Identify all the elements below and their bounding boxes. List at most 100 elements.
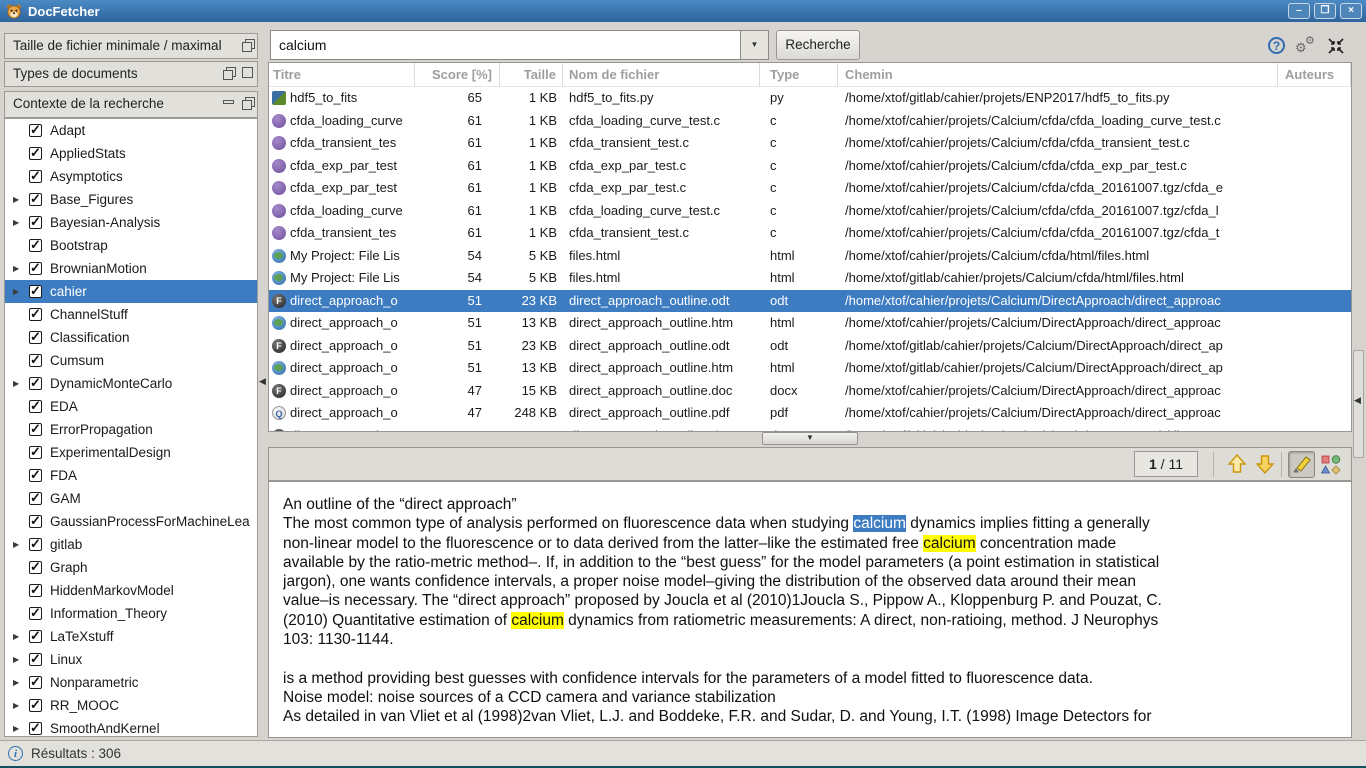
search-history-dropdown[interactable]: ▼ bbox=[740, 30, 769, 60]
checkbox-checked[interactable] bbox=[29, 331, 42, 344]
expand-arrow-icon[interactable]: ▶ bbox=[13, 655, 29, 664]
tree-item-eda[interactable]: EDA bbox=[5, 395, 257, 418]
minimize-button[interactable]: – bbox=[1288, 3, 1310, 19]
checkbox-checked[interactable] bbox=[29, 354, 42, 367]
tree-item-brownianmotion[interactable]: ▶BrownianMotion bbox=[5, 257, 257, 280]
tree-item-bayesian-analysis[interactable]: ▶Bayesian-Analysis bbox=[5, 211, 257, 234]
table-row[interactable]: direct_approach_o5123 KBdirect_approach_… bbox=[269, 290, 1351, 313]
tree-item-appliedstats[interactable]: AppliedStats bbox=[5, 142, 257, 165]
checkbox-checked[interactable] bbox=[29, 262, 42, 275]
doctypes-filter-header[interactable]: Types de documents bbox=[4, 61, 258, 87]
table-row[interactable]: direct_approach_o5123 KBdirect_approach_… bbox=[269, 335, 1351, 358]
expand-arrow-icon[interactable]: ▶ bbox=[13, 218, 29, 227]
filesize-filter-header[interactable]: Taille de fichier minimale / maximal bbox=[4, 33, 258, 59]
close-button[interactable]: × bbox=[1340, 3, 1362, 19]
minimize-panel-icon[interactable] bbox=[223, 100, 234, 104]
table-row[interactable]: direct_approach_o5113 KBdirect_approach_… bbox=[269, 312, 1351, 335]
expand-arrow-icon[interactable]: ▶ bbox=[13, 632, 29, 641]
tree-item-gitlab[interactable]: ▶gitlab bbox=[5, 533, 257, 556]
preview-mode-shapes-icon[interactable] bbox=[1321, 455, 1341, 475]
tree-item-channelstuff[interactable]: ChannelStuff bbox=[5, 303, 257, 326]
highlighting-toggle-button[interactable] bbox=[1288, 451, 1315, 478]
restore-panel-icon[interactable] bbox=[242, 39, 253, 50]
table-row[interactable]: cfda_loading_curve611 KBcfda_loading_cur… bbox=[269, 200, 1351, 223]
preferences-gear-icon[interactable]: ⚙⚙ bbox=[1295, 34, 1319, 56]
checkbox-checked[interactable] bbox=[29, 170, 42, 183]
checkbox-checked[interactable] bbox=[29, 584, 42, 597]
table-row[interactable]: direct_approach_o4715 KBdirect_approach_… bbox=[269, 425, 1351, 433]
checkbox-checked[interactable] bbox=[29, 722, 42, 735]
checkbox-checked[interactable] bbox=[29, 124, 42, 137]
tree-item-graph[interactable]: Graph bbox=[5, 556, 257, 579]
search-button[interactable]: Recherche bbox=[776, 30, 860, 60]
search-scope-header[interactable]: Contexte de la recherche bbox=[4, 91, 258, 118]
tree-item-classification[interactable]: Classification bbox=[5, 326, 257, 349]
table-row[interactable]: My Project: File Lis545 KBfiles.htmlhtml… bbox=[269, 245, 1351, 268]
column-header-score-[interactable]: Score [%] bbox=[415, 63, 500, 86]
tree-item-asymptotics[interactable]: Asymptotics bbox=[5, 165, 257, 188]
checkbox-checked[interactable] bbox=[29, 285, 42, 298]
checkbox-checked[interactable] bbox=[29, 216, 42, 229]
table-row[interactable]: cfda_transient_tes611 KBcfda_transient_t… bbox=[269, 222, 1351, 245]
checkbox-checked[interactable] bbox=[29, 446, 42, 459]
tree-item-gaussianprocessformachinelea[interactable]: GaussianProcessForMachineLea bbox=[5, 510, 257, 533]
tree-item-gam[interactable]: GAM bbox=[5, 487, 257, 510]
checkbox-checked[interactable] bbox=[29, 630, 42, 643]
checkbox-checked[interactable] bbox=[29, 400, 42, 413]
column-header-chemin[interactable]: Chemin bbox=[838, 63, 1278, 86]
tree-item-rr_mooc[interactable]: ▶RR_MOOC bbox=[5, 694, 257, 717]
column-header-titre[interactable]: Titre bbox=[269, 63, 415, 86]
tree-item-cumsum[interactable]: Cumsum bbox=[5, 349, 257, 372]
expand-arrow-icon[interactable]: ▶ bbox=[13, 540, 29, 549]
restore-button[interactable]: ❐ bbox=[1314, 3, 1336, 19]
table-row[interactable]: direct_approach_o5113 KBdirect_approach_… bbox=[269, 357, 1351, 380]
next-occurrence-button[interactable] bbox=[1254, 453, 1276, 475]
checkbox-checked[interactable] bbox=[29, 377, 42, 390]
checkbox-checked[interactable] bbox=[29, 239, 42, 252]
expand-arrow-icon[interactable]: ▶ bbox=[13, 195, 29, 204]
column-header-type[interactable]: Type bbox=[760, 63, 838, 86]
tree-item-errorpropagation[interactable]: ErrorPropagation bbox=[5, 418, 257, 441]
tree-item-information_theory[interactable]: Information_Theory bbox=[5, 602, 257, 625]
expand-arrow-icon[interactable]: ▶ bbox=[13, 678, 29, 687]
tree-item-hiddenmarkovmodel[interactable]: HiddenMarkovModel bbox=[5, 579, 257, 602]
checkbox-checked[interactable] bbox=[29, 423, 42, 436]
restore-panel-icon[interactable] bbox=[242, 97, 253, 108]
tree-item-adapt[interactable]: Adapt bbox=[5, 119, 257, 142]
tree-item-experimentaldesign[interactable]: ExperimentalDesign bbox=[5, 441, 257, 464]
checkbox-checked[interactable] bbox=[29, 515, 42, 528]
expand-arrow-icon[interactable]: ▶ bbox=[13, 287, 29, 296]
tree-item-cahier[interactable]: ▶cahier bbox=[5, 280, 257, 303]
expand-arrow-icon[interactable]: ▶ bbox=[13, 379, 29, 388]
checkbox-checked[interactable] bbox=[29, 561, 42, 574]
checkbox-checked[interactable] bbox=[29, 492, 42, 505]
tree-item-base_figures[interactable]: ▶Base_Figures bbox=[5, 188, 257, 211]
preview-pane[interactable]: An outline of the “direct approach”The m… bbox=[268, 481, 1352, 738]
column-header-auteurs[interactable]: Auteurs bbox=[1278, 63, 1351, 86]
table-row[interactable]: direct_approach_o47248 KBdirect_approach… bbox=[269, 402, 1351, 425]
tree-item-bootstrap[interactable]: Bootstrap bbox=[5, 234, 257, 257]
table-row[interactable]: cfda_loading_curve611 KBcfda_loading_cur… bbox=[269, 110, 1351, 133]
checkbox-checked[interactable] bbox=[29, 653, 42, 666]
previous-occurrence-button[interactable] bbox=[1226, 453, 1248, 475]
restore-panel-icon[interactable] bbox=[223, 67, 234, 78]
expand-arrow-icon[interactable]: ▶ bbox=[13, 264, 29, 273]
table-row[interactable]: cfda_exp_par_test611 KBcfda_exp_par_test… bbox=[269, 177, 1351, 200]
table-row[interactable]: cfda_exp_par_test611 KBcfda_exp_par_test… bbox=[269, 155, 1351, 178]
tree-item-dynamicmontecarlo[interactable]: ▶DynamicMonteCarlo bbox=[5, 372, 257, 395]
checkbox-checked[interactable] bbox=[29, 469, 42, 482]
maximize-panel-icon[interactable] bbox=[242, 67, 253, 78]
expand-arrow-icon[interactable]: ▶ bbox=[13, 724, 29, 733]
checkbox-checked[interactable] bbox=[29, 193, 42, 206]
tree-item-smoothandkernel[interactable]: ▶SmoothAndKernel bbox=[5, 717, 257, 737]
tree-item-latexstuff[interactable]: ▶LaTeXstuff bbox=[5, 625, 257, 648]
tree-item-nonparametric[interactable]: ▶Nonparametric bbox=[5, 671, 257, 694]
checkbox-checked[interactable] bbox=[29, 538, 42, 551]
collapse-left-panel-arrow[interactable]: ◀ bbox=[259, 371, 267, 391]
checkbox-checked[interactable] bbox=[29, 147, 42, 160]
table-row[interactable]: direct_approach_o4715 KBdirect_approach_… bbox=[269, 380, 1351, 403]
expand-arrow-icon[interactable]: ▶ bbox=[13, 701, 29, 710]
table-row[interactable]: hdf5_to_fits651 KBhdf5_to_fits.pypy/home… bbox=[269, 87, 1351, 110]
table-row[interactable]: My Project: File Lis545 KBfiles.htmlhtml… bbox=[269, 267, 1351, 290]
help-icon[interactable]: ? bbox=[1268, 37, 1285, 54]
